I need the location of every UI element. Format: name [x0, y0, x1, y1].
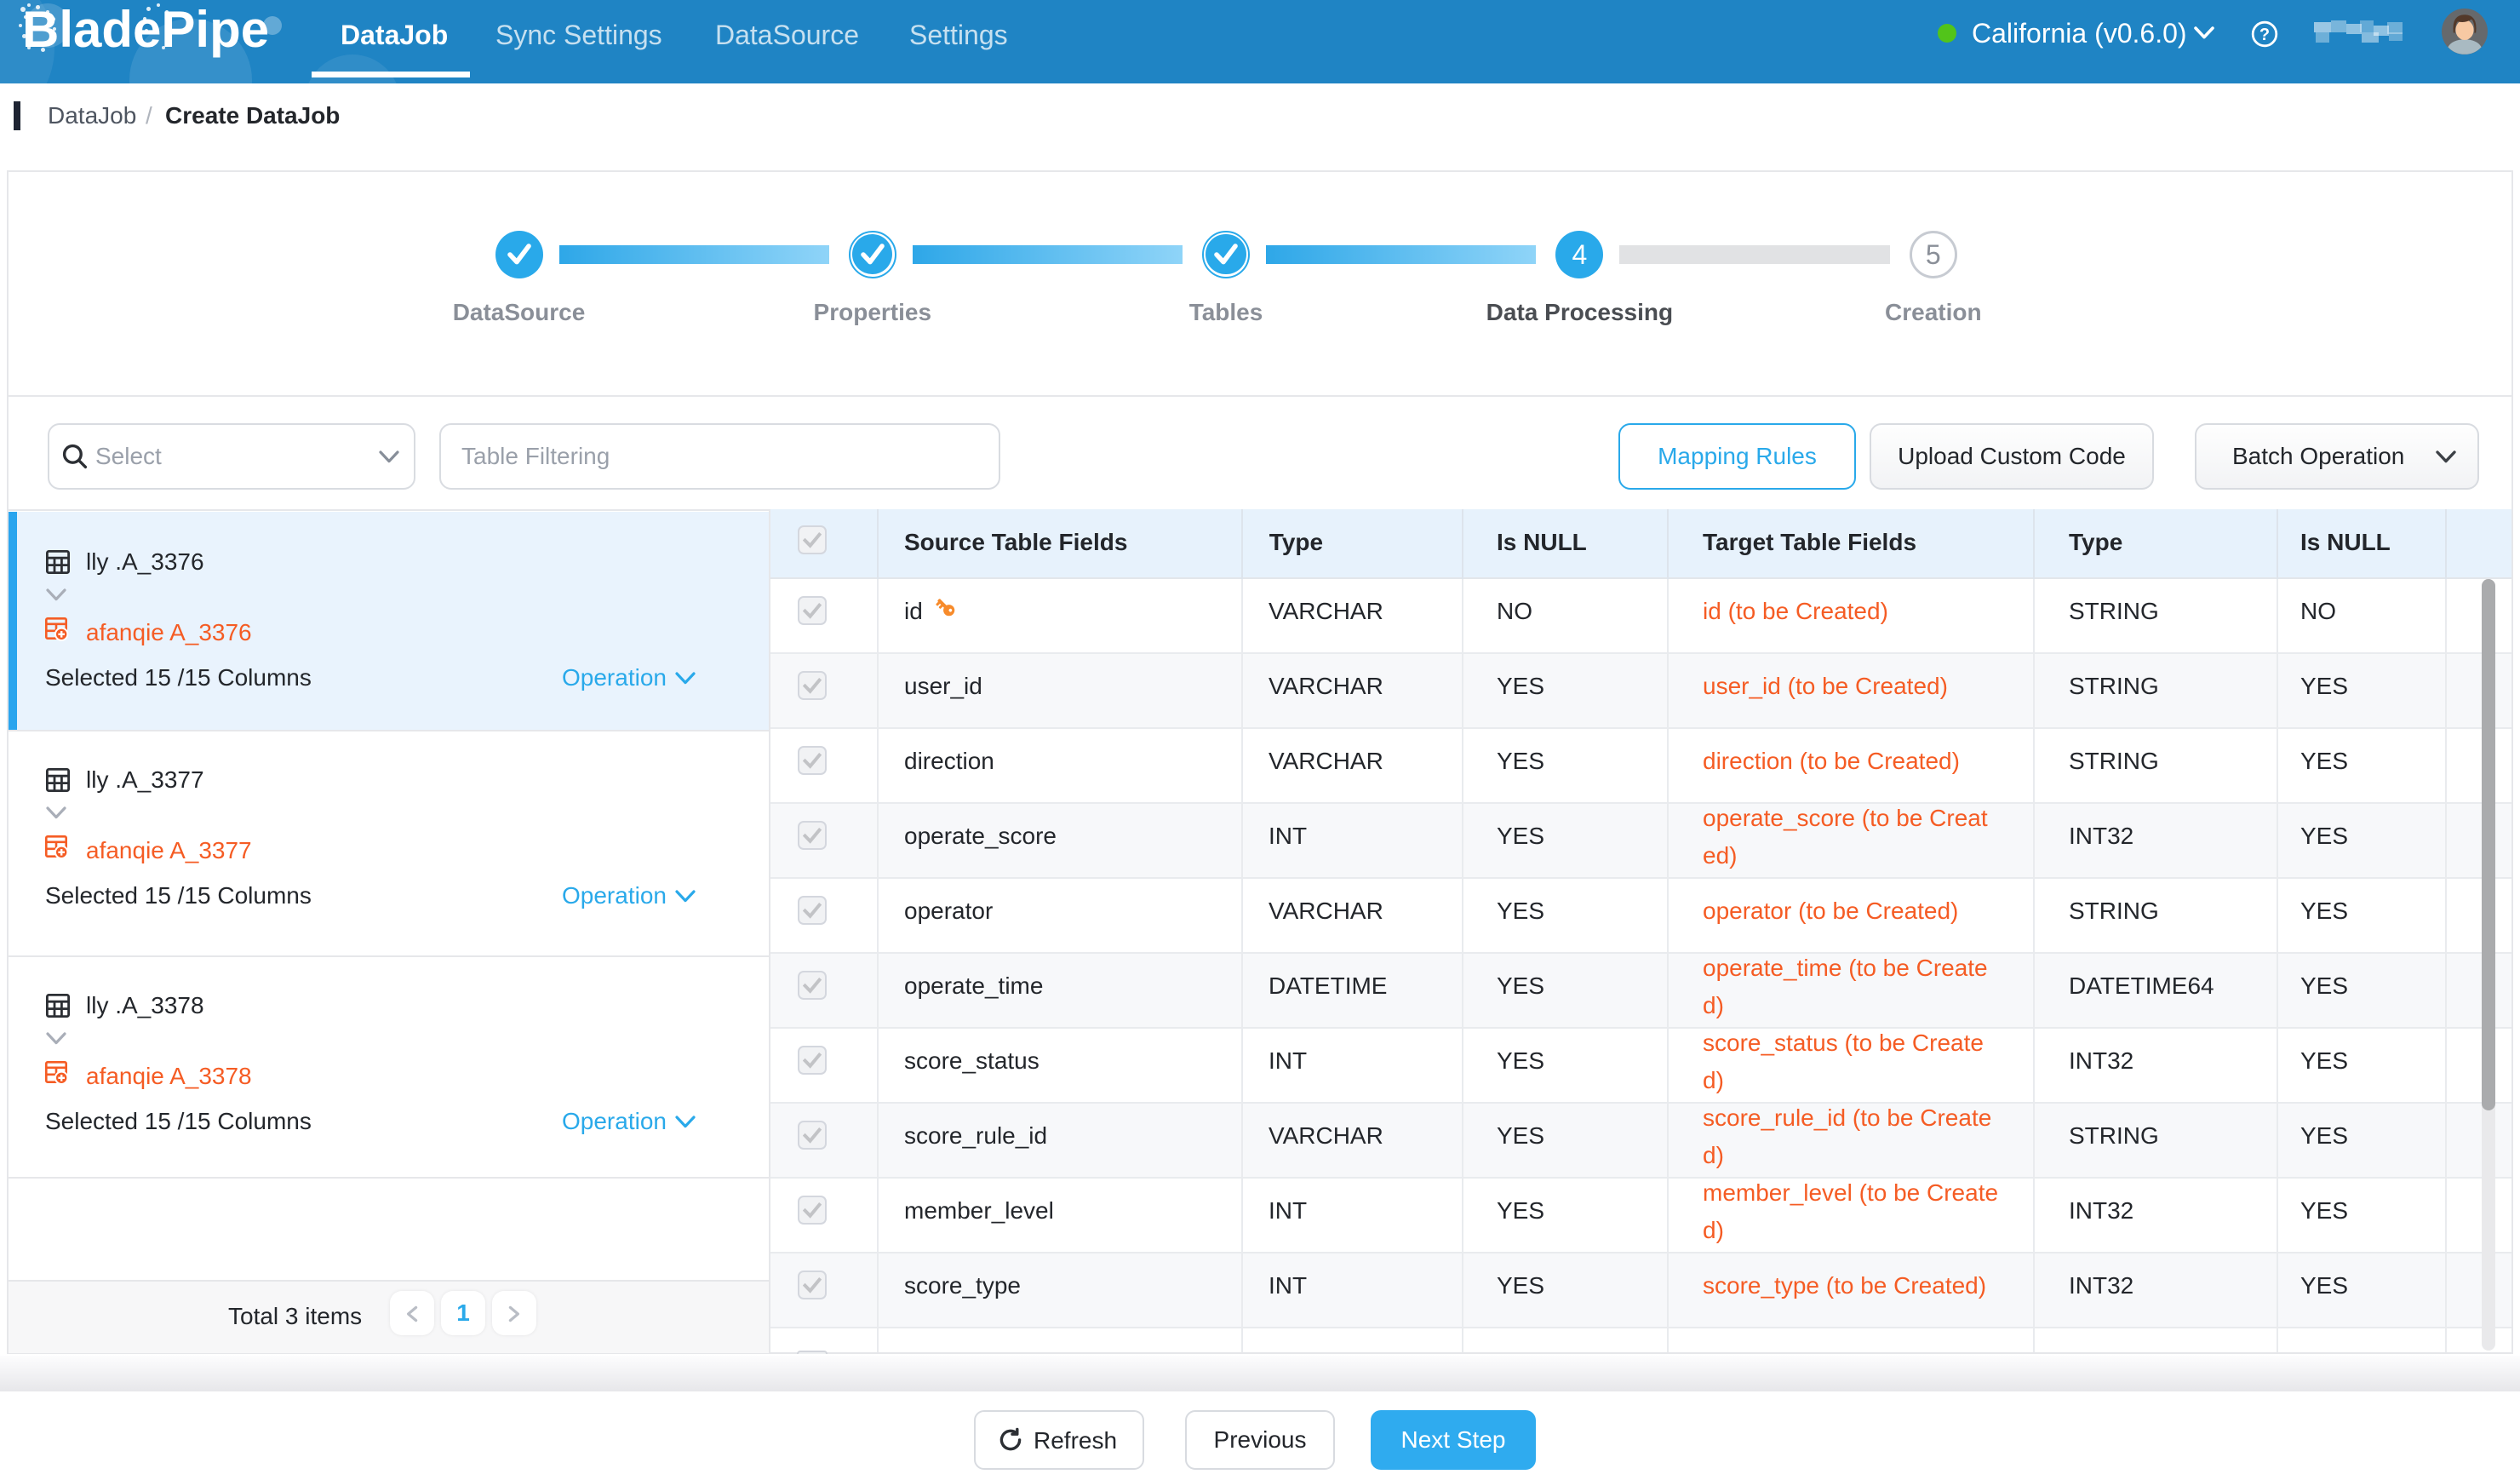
svg-text:?: ? [2259, 26, 2270, 44]
